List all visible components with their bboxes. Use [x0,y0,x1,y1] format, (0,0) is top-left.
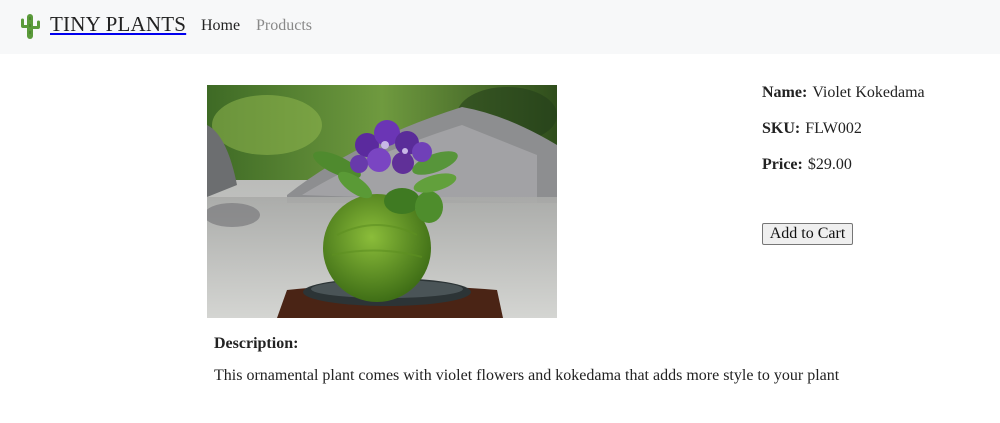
product-name: Violet Kokedama [812,84,925,101]
description-heading: Description: [214,335,299,352]
brand-link[interactable]: TINY PLANTS [18,12,186,40]
name-label: Name: [762,84,808,101]
brand-name: TINY PLANTS [50,12,187,36]
nav-home-link[interactable]: Home [201,17,240,35]
add-to-cart-button[interactable]: Add to Cart [762,223,853,245]
cactus-icon [21,14,40,39]
navbar: TINY PLANTS Home Products [0,0,1000,54]
nav-products-link[interactable]: Products [256,17,312,35]
product-price: $29.00 [807,156,852,173]
product-image [207,85,557,318]
price-label: Price: [762,156,803,173]
product-sku-row: SKU: FLW002 [762,120,862,138]
description-text: This ornamental plant comes with violet … [214,367,840,384]
sku-label: SKU: [762,120,801,137]
product-name-row: Name: Violet Kokedama [762,84,925,102]
product-sku: FLW002 [805,120,862,137]
product-price-row: Price: $29.00 [762,156,852,174]
